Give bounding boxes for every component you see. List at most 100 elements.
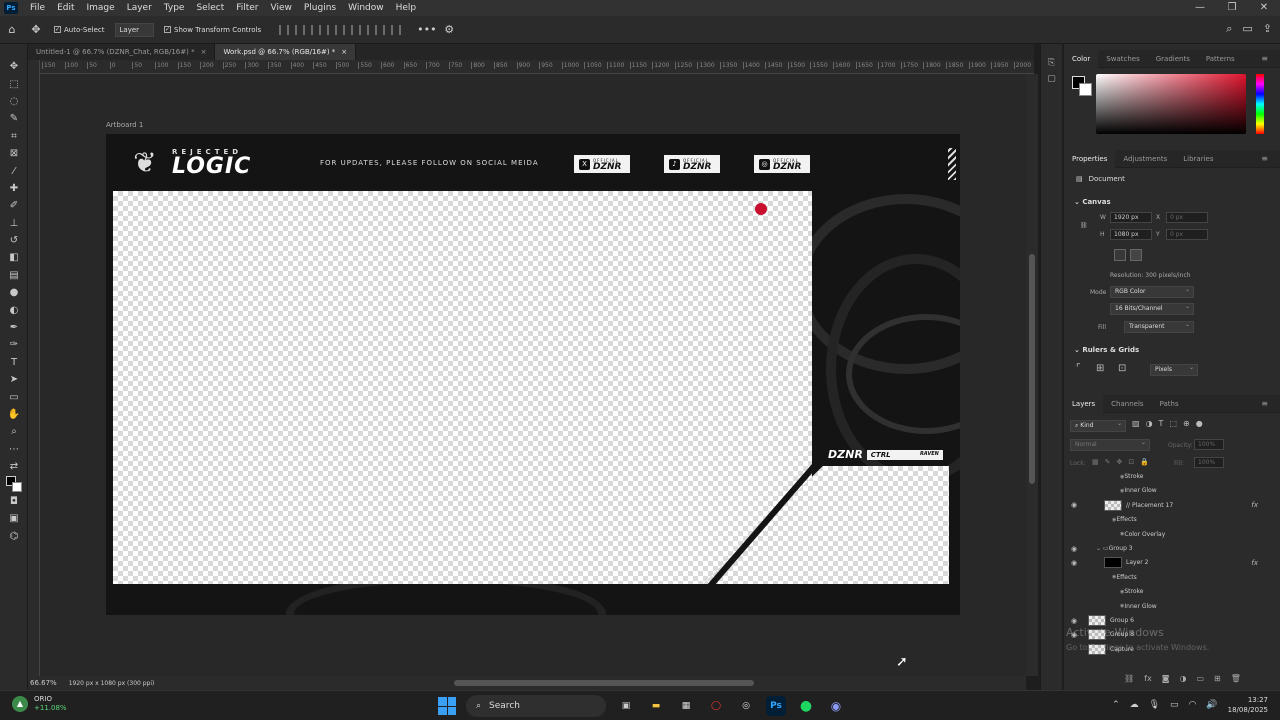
- align-center-icon[interactable]: [295, 24, 306, 35]
- units-dropdown[interactable]: Pixels: [1150, 363, 1198, 376]
- move-tool-icon[interactable]: ✥: [28, 22, 44, 38]
- menu-layer[interactable]: Layer: [121, 0, 158, 16]
- zoom-level[interactable]: 66.67%: [28, 679, 57, 687]
- layer-filter-dropdown[interactable]: ⌕ Kind: [1070, 419, 1126, 432]
- layer-row[interactable]: ◉ // Placement 17 fx: [1068, 499, 1272, 512]
- tab-channels[interactable]: Channels: [1103, 395, 1151, 413]
- fill-dropdown[interactable]: Transparent: [1124, 320, 1194, 333]
- blend-mode-dropdown[interactable]: Normal: [1070, 438, 1150, 451]
- foreground-background-color-icon[interactable]: [0, 475, 28, 493]
- color-mode-dropdown[interactable]: RGB Color: [1110, 285, 1194, 298]
- tray-overflow-icon[interactable]: ⌃: [1112, 700, 1120, 710]
- tab-properties[interactable]: Properties: [1064, 149, 1116, 168]
- clock[interactable]: 13:27 18/08/2025: [1228, 695, 1268, 715]
- distribute-icon[interactable]: [327, 24, 338, 35]
- layer-row[interactable]: ◉ Layer 2 fx: [1068, 556, 1272, 569]
- tab-swatches[interactable]: Swatches: [1098, 50, 1147, 68]
- eraser-tool-icon[interactable]: ◧: [0, 249, 28, 266]
- hand-tool-icon[interactable]: ✋: [0, 406, 28, 423]
- microphone-icon[interactable]: 🎙: [1149, 700, 1160, 710]
- spotify-icon[interactable]: ●: [796, 696, 816, 716]
- menu-help[interactable]: Help: [390, 0, 423, 16]
- panel-menu-icon[interactable]: ≡: [1253, 150, 1276, 168]
- shape-tool-icon[interactable]: ▭: [0, 388, 28, 405]
- tab-libraries[interactable]: Libraries: [1175, 150, 1221, 168]
- align-top-icon[interactable]: [343, 24, 354, 35]
- file-explorer-icon[interactable]: ▬: [646, 696, 666, 716]
- store-icon[interactable]: ▦: [676, 696, 696, 716]
- layer-row[interactable]: ◉ Effects: [1068, 571, 1272, 584]
- fill-opacity-field[interactable]: 100%: [1194, 457, 1224, 468]
- vertical-scrollbar[interactable]: [1026, 74, 1038, 676]
- tab-untitled-1[interactable]: Untitled-1 @ 66.7% (DZNR_Chat, RGB/16#) …: [28, 44, 216, 60]
- bit-depth-dropdown[interactable]: 16 Bits/Channel: [1110, 302, 1194, 315]
- portrait-orientation-icon[interactable]: [1114, 249, 1126, 261]
- tab-color[interactable]: Color: [1064, 49, 1099, 68]
- pen-tool-icon[interactable]: ✒: [0, 319, 28, 336]
- history-brush-tool-icon[interactable]: ↺: [0, 232, 28, 249]
- brush-tool-icon[interactable]: ✐: [0, 197, 28, 214]
- menu-filter[interactable]: Filter: [230, 0, 264, 16]
- zoom-tool-icon[interactable]: ⌕: [0, 423, 28, 440]
- lock-pixels-icon[interactable]: ▦: [1092, 458, 1099, 466]
- document-info[interactable]: 1920 px x 1080 px (300 ppi): [69, 680, 155, 687]
- color-picker-field[interactable]: [1096, 74, 1246, 134]
- task-view-icon[interactable]: ▣: [616, 696, 636, 716]
- gear-icon[interactable]: ⚙: [441, 22, 457, 38]
- new-layer-icon[interactable]: ⊞: [1214, 674, 1221, 683]
- layer-row[interactable]: ◉ Color Overlay: [1068, 528, 1272, 541]
- close-window-button[interactable]: ✕: [1248, 0, 1280, 16]
- tab-work-psd[interactable]: Work.psd @ 66.7% (RGB/16#) * ×: [215, 44, 357, 60]
- close-tab-icon[interactable]: ×: [341, 44, 347, 60]
- lock-position-icon[interactable]: ✥: [1117, 458, 1123, 466]
- show-transform-checkbox[interactable]: ✓ Show Transform Controls: [164, 26, 261, 34]
- layer-row[interactable]: ◉ Inner Glow: [1068, 484, 1272, 497]
- pixel-filter-icon[interactable]: ▨: [1132, 419, 1140, 428]
- display-icon[interactable]: ▭: [1170, 700, 1179, 710]
- auto-select-target-dropdown[interactable]: Layer: [114, 22, 155, 37]
- tab-adjustments[interactable]: Adjustments: [1115, 150, 1175, 168]
- layer-row[interactable]: ◉ Inner Glow: [1068, 600, 1272, 613]
- blur-tool-icon[interactable]: ●: [0, 284, 28, 301]
- opacity-field[interactable]: 100%: [1194, 439, 1224, 450]
- y-field[interactable]: 0 px: [1166, 229, 1208, 240]
- layer-effects-icon[interactable]: fx: [1251, 559, 1258, 567]
- crop-tool-icon[interactable]: ⌗: [0, 128, 28, 145]
- link-icon[interactable]: ⛓: [1080, 222, 1088, 229]
- windows-start-icon[interactable]: [438, 697, 456, 715]
- menu-plugins[interactable]: Plugins: [298, 0, 342, 16]
- onedrive-icon[interactable]: ☁: [1130, 700, 1139, 710]
- rulers-grids-title[interactable]: ⌄ Rulers & Grids: [1074, 346, 1139, 354]
- menu-file[interactable]: File: [24, 0, 51, 16]
- panel-menu-icon[interactable]: ≡: [1253, 50, 1276, 68]
- volume-icon[interactable]: 🔊: [1206, 700, 1217, 710]
- lasso-tool-icon[interactable]: ◌: [0, 93, 28, 110]
- width-field[interactable]: 1920 px: [1110, 212, 1152, 223]
- add-mask-icon[interactable]: ◙: [1162, 674, 1170, 683]
- rulers-icon[interactable]: ⌜: [1076, 363, 1081, 374]
- menu-window[interactable]: Window: [342, 0, 390, 16]
- chrome-icon[interactable]: ◎: [736, 696, 756, 716]
- visibility-eye-icon[interactable]: ◉: [1068, 545, 1080, 553]
- workspace-icon[interactable]: ▭: [1242, 22, 1252, 36]
- hue-slider[interactable]: [1256, 74, 1264, 134]
- menu-image[interactable]: Image: [81, 0, 121, 16]
- maximize-button[interactable]: ❐: [1216, 0, 1248, 16]
- grid-icon[interactable]: ⊞: [1096, 363, 1104, 374]
- path-select-tool-icon[interactable]: ➤: [0, 371, 28, 388]
- dodge-tool-icon[interactable]: ◐: [0, 301, 28, 318]
- type-tool-icon[interactable]: T: [0, 354, 28, 371]
- tab-gradients[interactable]: Gradients: [1148, 50, 1198, 68]
- adjustment-layer-icon[interactable]: ◑: [1179, 674, 1186, 683]
- tab-layers[interactable]: Layers: [1064, 394, 1104, 413]
- align-middle-icon[interactable]: [359, 24, 370, 35]
- artboard-label[interactable]: Artboard 1: [106, 121, 143, 129]
- auto-select-checkbox[interactable]: ✓ Auto-Select: [54, 26, 105, 34]
- link-layers-icon[interactable]: ⛓: [1124, 674, 1134, 683]
- visibility-eye-icon[interactable]: ◉: [1068, 501, 1080, 509]
- smart-object-filter-icon[interactable]: ⊕: [1183, 419, 1190, 428]
- healing-tool-icon[interactable]: ✚: [0, 180, 28, 197]
- tab-paths[interactable]: Paths: [1152, 395, 1187, 413]
- layer-row[interactable]: ◉ Effects: [1068, 513, 1272, 526]
- x-field[interactable]: 0 px: [1166, 212, 1208, 223]
